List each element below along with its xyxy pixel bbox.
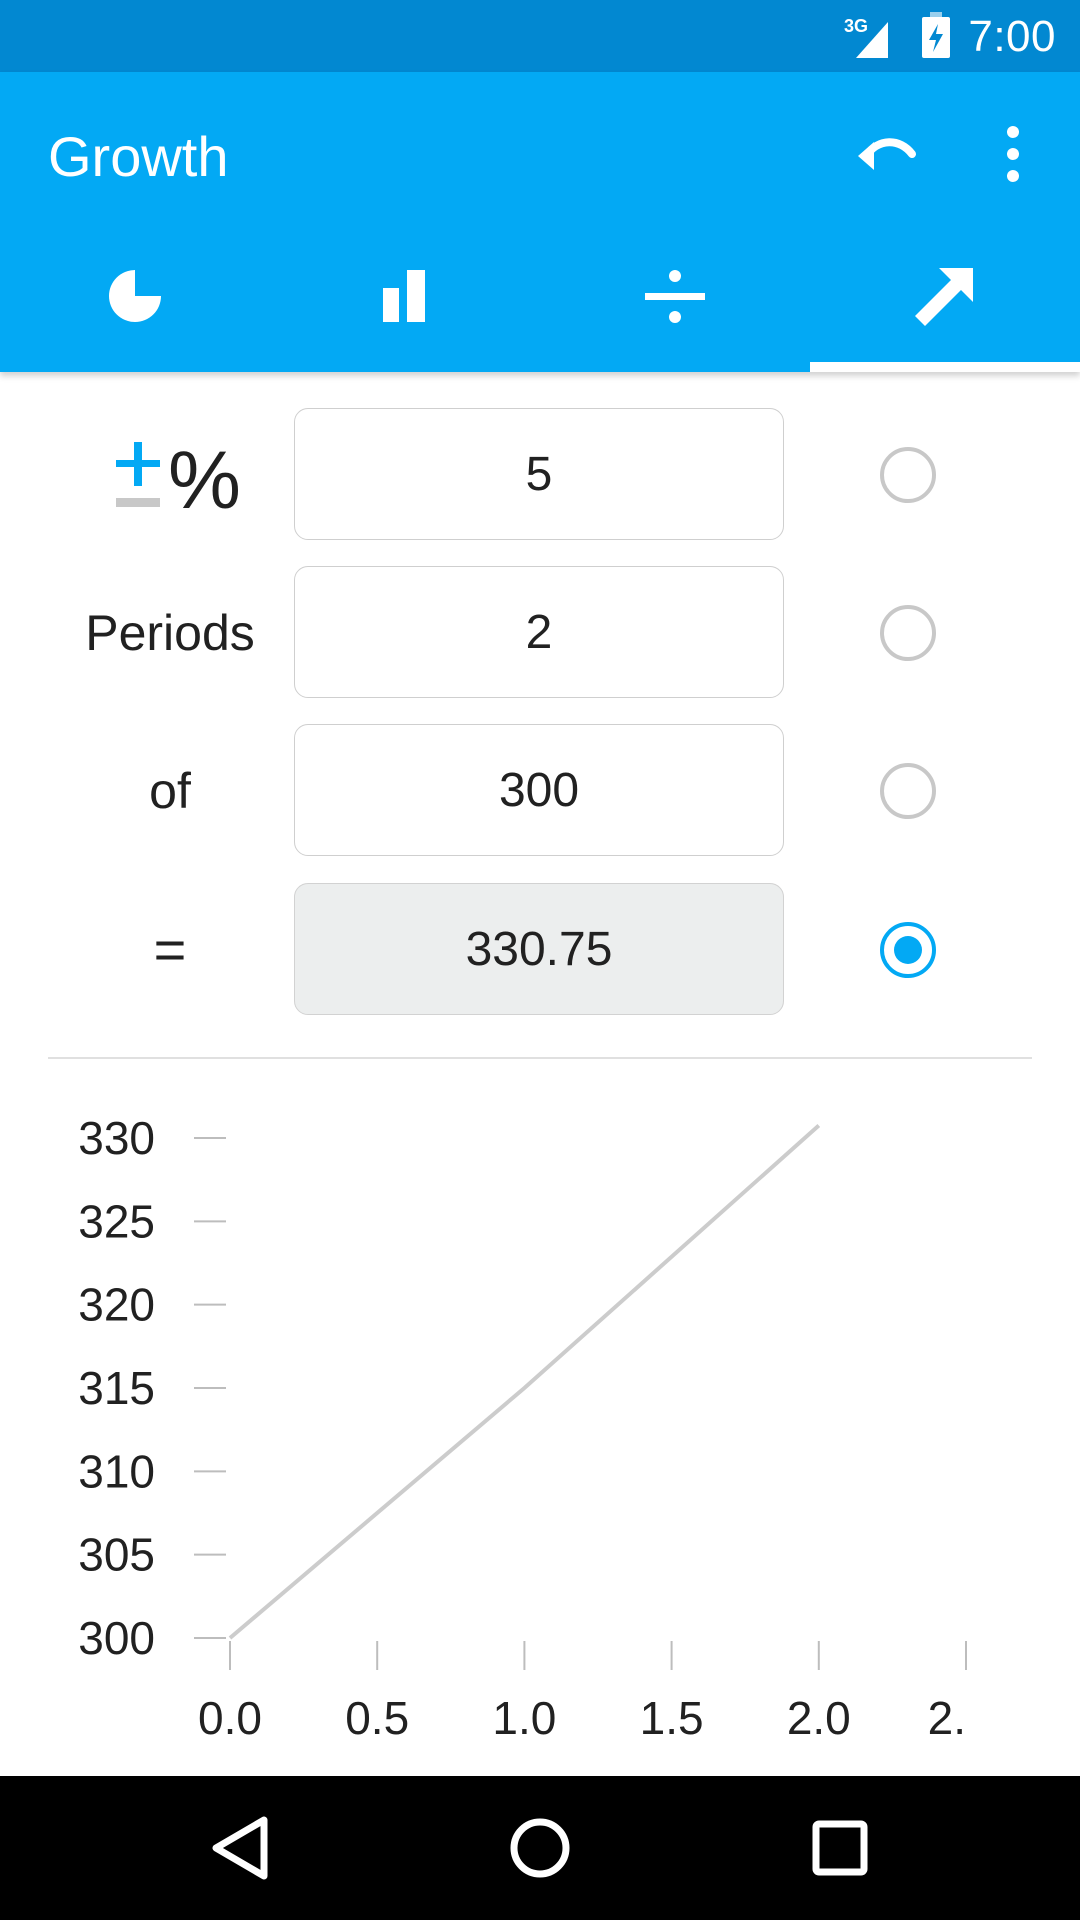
base-input[interactable]: 300 [294, 724, 784, 856]
y-tick-label: 330 [78, 1112, 155, 1164]
more-vert-icon[interactable] [990, 124, 1036, 184]
y-tick-label: 325 [78, 1195, 155, 1247]
tab-growth[interactable] [810, 234, 1080, 372]
trending-up-arrow-icon [915, 268, 973, 326]
result-field[interactable]: 330.75 [294, 883, 784, 1015]
y-tick-label: 300 [78, 1612, 155, 1664]
base-radio[interactable] [880, 763, 936, 819]
pie-chart-icon [109, 270, 161, 322]
y-tick-label: 315 [78, 1362, 155, 1414]
home-icon[interactable] [502, 1810, 578, 1886]
form-row-periods: Periods 2 [0, 566, 1080, 700]
form-row-result: = 330.75 [0, 883, 1080, 1017]
result-radio[interactable] [880, 922, 936, 978]
growth-chart: 300 305 310 315 320 325 330 0.0 0.5 1.0 1.5 2.0 2. [78, 1112, 967, 1744]
x-tick-label: 1.0 [492, 1692, 556, 1744]
app-title: Growth [48, 125, 229, 188]
cell-signal-icon: 3G [844, 16, 888, 58]
periods-label: Periods [85, 605, 255, 661]
undo-icon[interactable] [852, 124, 920, 180]
tab-bar-chart[interactable] [270, 234, 540, 372]
percent-radio[interactable] [880, 447, 936, 503]
x-tick-label: 1.5 [640, 1692, 704, 1744]
y-tick-label: 310 [78, 1445, 155, 1497]
x-tick-label: 0.5 [345, 1692, 409, 1744]
series-line [228, 1124, 821, 1640]
percent-input[interactable]: 5 [294, 408, 784, 540]
app-bar: Growth [0, 72, 1080, 372]
svg-text:%: % [168, 436, 240, 516]
form-row-base: of 300 [0, 724, 1080, 858]
plus-minus-percent-icon: % [116, 436, 240, 516]
back-icon[interactable] [202, 1810, 278, 1886]
y-tick-label: 320 [78, 1279, 155, 1331]
status-bar: 3G 7:00 [0, 0, 1080, 72]
tab-bar [0, 234, 1080, 372]
recents-icon[interactable] [802, 1810, 878, 1886]
tab-pie-chart[interactable] [0, 234, 270, 372]
periods-radio[interactable] [880, 605, 936, 661]
divide-icon [645, 270, 705, 323]
periods-input[interactable]: 2 [294, 566, 784, 698]
form-row-percent: % 5 [0, 408, 1080, 542]
x-tick-label: 0.0 [198, 1692, 262, 1744]
bar-chart-icon [383, 270, 425, 322]
x-tick-label: 2.0 [787, 1692, 851, 1744]
base-label: of [149, 763, 191, 819]
y-tick-label: 305 [78, 1529, 155, 1581]
x-tick-label: 2. [928, 1692, 966, 1744]
tab-divide[interactable] [540, 234, 810, 372]
divider [48, 1057, 1032, 1059]
navigation-bar [0, 1776, 1080, 1920]
tab-indicator [810, 362, 1080, 372]
status-time: 7:00 [968, 12, 1056, 61]
network-type: 3G [844, 16, 868, 36]
equals-label: = [153, 918, 187, 981]
battery-charging-icon [922, 12, 950, 58]
